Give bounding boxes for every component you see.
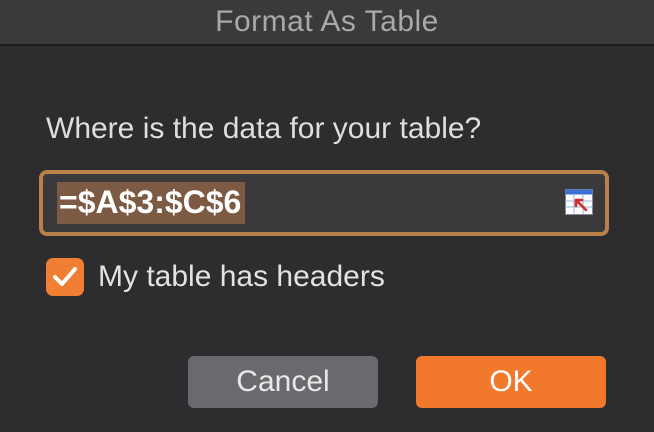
headers-checkbox-row[interactable]: My table has headers: [46, 258, 385, 296]
cancel-button[interactable]: Cancel: [188, 356, 378, 408]
headers-checkbox[interactable]: [46, 258, 84, 296]
checkmark-icon: [53, 267, 77, 286]
range-prompt-label: Where is the data for your table?: [46, 112, 482, 145]
title-bar: Format As Table: [0, 0, 654, 46]
range-input[interactable]: =$A$3:$C$6: [39, 170, 609, 236]
ok-button[interactable]: OK: [416, 356, 606, 408]
dialog-title: Format As Table: [215, 5, 439, 38]
headers-checkbox-label[interactable]: My table has headers: [98, 260, 385, 294]
range-select-icon[interactable]: [565, 189, 593, 215]
range-input-value[interactable]: =$A$3:$C$6: [57, 182, 246, 224]
format-as-table-dialog: Format As Table Where is the data for yo…: [0, 0, 654, 432]
